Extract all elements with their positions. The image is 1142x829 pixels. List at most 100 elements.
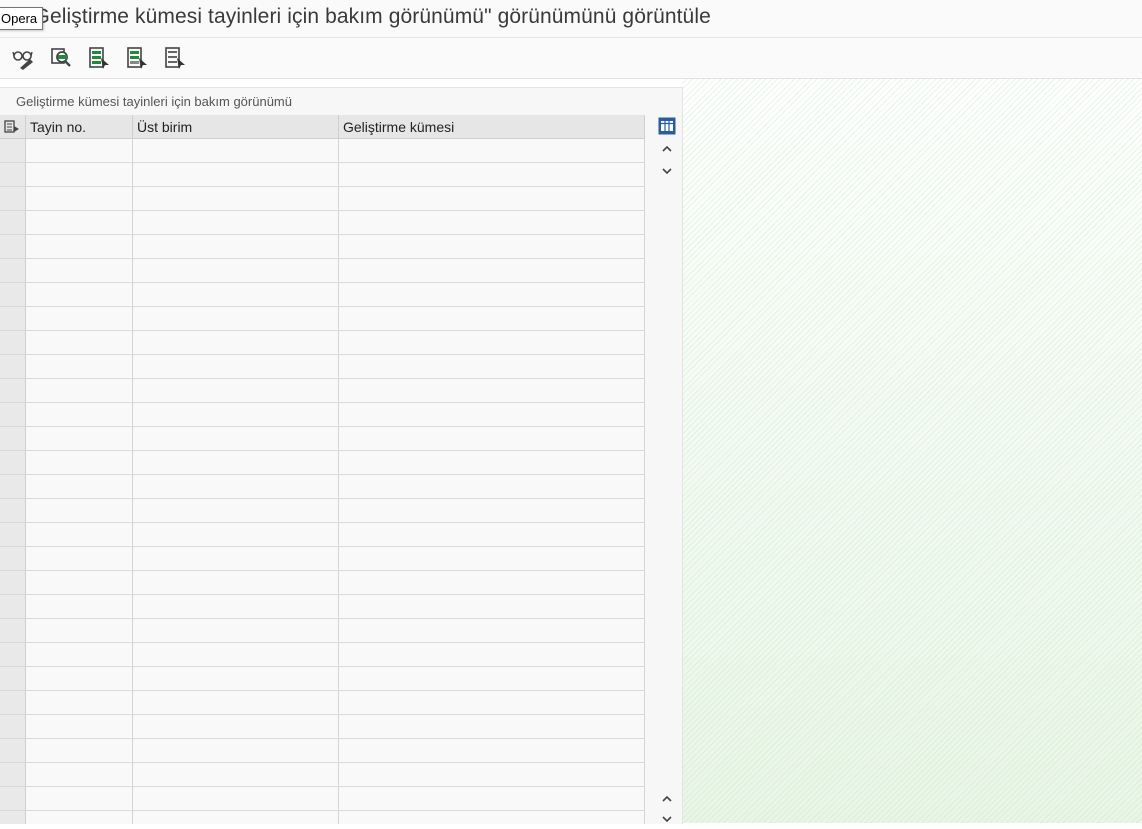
- table-cell[interactable]: [133, 379, 339, 403]
- table-cell[interactable]: [26, 451, 133, 475]
- table-cell[interactable]: [26, 139, 133, 163]
- table-cell[interactable]: [339, 763, 645, 787]
- table-cell[interactable]: [26, 235, 133, 259]
- table-cell[interactable]: [133, 403, 339, 427]
- row-selector[interactable]: [0, 643, 26, 667]
- table-cell[interactable]: [133, 187, 339, 211]
- row-selector[interactable]: [0, 307, 26, 331]
- table-cell[interactable]: [26, 811, 133, 824]
- table-cell[interactable]: [339, 619, 645, 643]
- row-selector[interactable]: [0, 739, 26, 763]
- scroll-down-icon[interactable]: [657, 161, 677, 181]
- table-cell[interactable]: [133, 211, 339, 235]
- table-cell[interactable]: [339, 499, 645, 523]
- row-selector[interactable]: [0, 259, 26, 283]
- table-cell[interactable]: [133, 571, 339, 595]
- table-cell[interactable]: [339, 427, 645, 451]
- table-cell[interactable]: [26, 571, 133, 595]
- table-cell[interactable]: [26, 739, 133, 763]
- row-selector[interactable]: [0, 475, 26, 499]
- table-cell[interactable]: [133, 427, 339, 451]
- table-cell[interactable]: [26, 595, 133, 619]
- table-cell[interactable]: [133, 355, 339, 379]
- column-config-icon[interactable]: [0, 115, 26, 139]
- table-cell[interactable]: [133, 259, 339, 283]
- row-selector[interactable]: [0, 331, 26, 355]
- table-cell[interactable]: [26, 523, 133, 547]
- table-cell[interactable]: [339, 571, 645, 595]
- table-cell[interactable]: [339, 475, 645, 499]
- table-cell[interactable]: [26, 307, 133, 331]
- row-selector[interactable]: [0, 211, 26, 235]
- table-cell[interactable]: [133, 739, 339, 763]
- table-cell[interactable]: [339, 715, 645, 739]
- row-selector[interactable]: [0, 379, 26, 403]
- table-cell[interactable]: [26, 331, 133, 355]
- row-selector[interactable]: [0, 403, 26, 427]
- table-cell[interactable]: [133, 811, 339, 824]
- table-cell[interactable]: [133, 619, 339, 643]
- table-cell[interactable]: [339, 307, 645, 331]
- table-cell[interactable]: [133, 715, 339, 739]
- table-cell[interactable]: [26, 499, 133, 523]
- row-selector[interactable]: [0, 427, 26, 451]
- table-cell[interactable]: [26, 259, 133, 283]
- table-cell[interactable]: [339, 595, 645, 619]
- table-cell[interactable]: [339, 211, 645, 235]
- row-selector[interactable]: [0, 571, 26, 595]
- table-cell[interactable]: [133, 451, 339, 475]
- vertical-scrollbar[interactable]: [657, 115, 677, 824]
- table-cell[interactable]: [339, 379, 645, 403]
- table-settings-icon[interactable]: [657, 116, 677, 136]
- column-header-gelistirme-kumesi[interactable]: Geliştirme kümesi: [339, 115, 645, 139]
- table-cell[interactable]: [26, 475, 133, 499]
- table-cell[interactable]: [26, 187, 133, 211]
- table-cell[interactable]: [133, 499, 339, 523]
- column-header-tayin-no[interactable]: Tayin no.: [26, 115, 133, 139]
- scroll-page-down-icon[interactable]: [657, 809, 677, 829]
- table-cell[interactable]: [133, 307, 339, 331]
- find-icon[interactable]: [47, 44, 75, 72]
- table-cell[interactable]: [26, 163, 133, 187]
- table-cell[interactable]: [339, 139, 645, 163]
- table-cell[interactable]: [339, 739, 645, 763]
- row-selector[interactable]: [0, 763, 26, 787]
- row-selector[interactable]: [0, 691, 26, 715]
- scroll-up-icon[interactable]: [657, 139, 677, 159]
- table-cell[interactable]: [339, 523, 645, 547]
- row-selector[interactable]: [0, 355, 26, 379]
- table-cell[interactable]: [339, 235, 645, 259]
- row-selector[interactable]: [0, 451, 26, 475]
- table-cell[interactable]: [26, 667, 133, 691]
- table-cell[interactable]: [339, 667, 645, 691]
- row-selector[interactable]: [0, 667, 26, 691]
- row-selector[interactable]: [0, 595, 26, 619]
- table-cell[interactable]: [339, 643, 645, 667]
- scroll-page-up-icon[interactable]: [657, 789, 677, 809]
- table-cell[interactable]: [26, 403, 133, 427]
- table-cell[interactable]: [133, 283, 339, 307]
- table-cell[interactable]: [339, 547, 645, 571]
- table-cell[interactable]: [26, 355, 133, 379]
- table-cell[interactable]: [26, 619, 133, 643]
- table-cell[interactable]: [26, 643, 133, 667]
- row-selector[interactable]: [0, 499, 26, 523]
- row-selector[interactable]: [0, 139, 26, 163]
- table-cell[interactable]: [339, 355, 645, 379]
- table-cell[interactable]: [133, 163, 339, 187]
- table-cell[interactable]: [26, 427, 133, 451]
- row-selector[interactable]: [0, 619, 26, 643]
- table-cell[interactable]: [339, 691, 645, 715]
- table-cell[interactable]: [339, 331, 645, 355]
- row-selector[interactable]: [0, 163, 26, 187]
- table-cell[interactable]: [133, 235, 339, 259]
- table-cell[interactable]: [339, 451, 645, 475]
- table-cell[interactable]: [339, 259, 645, 283]
- table-cell[interactable]: [133, 523, 339, 547]
- row-selector[interactable]: [0, 283, 26, 307]
- table-cell[interactable]: [133, 691, 339, 715]
- table-cell[interactable]: [26, 691, 133, 715]
- table-cell[interactable]: [339, 811, 645, 824]
- row-selector[interactable]: [0, 787, 26, 811]
- table-cell[interactable]: [133, 547, 339, 571]
